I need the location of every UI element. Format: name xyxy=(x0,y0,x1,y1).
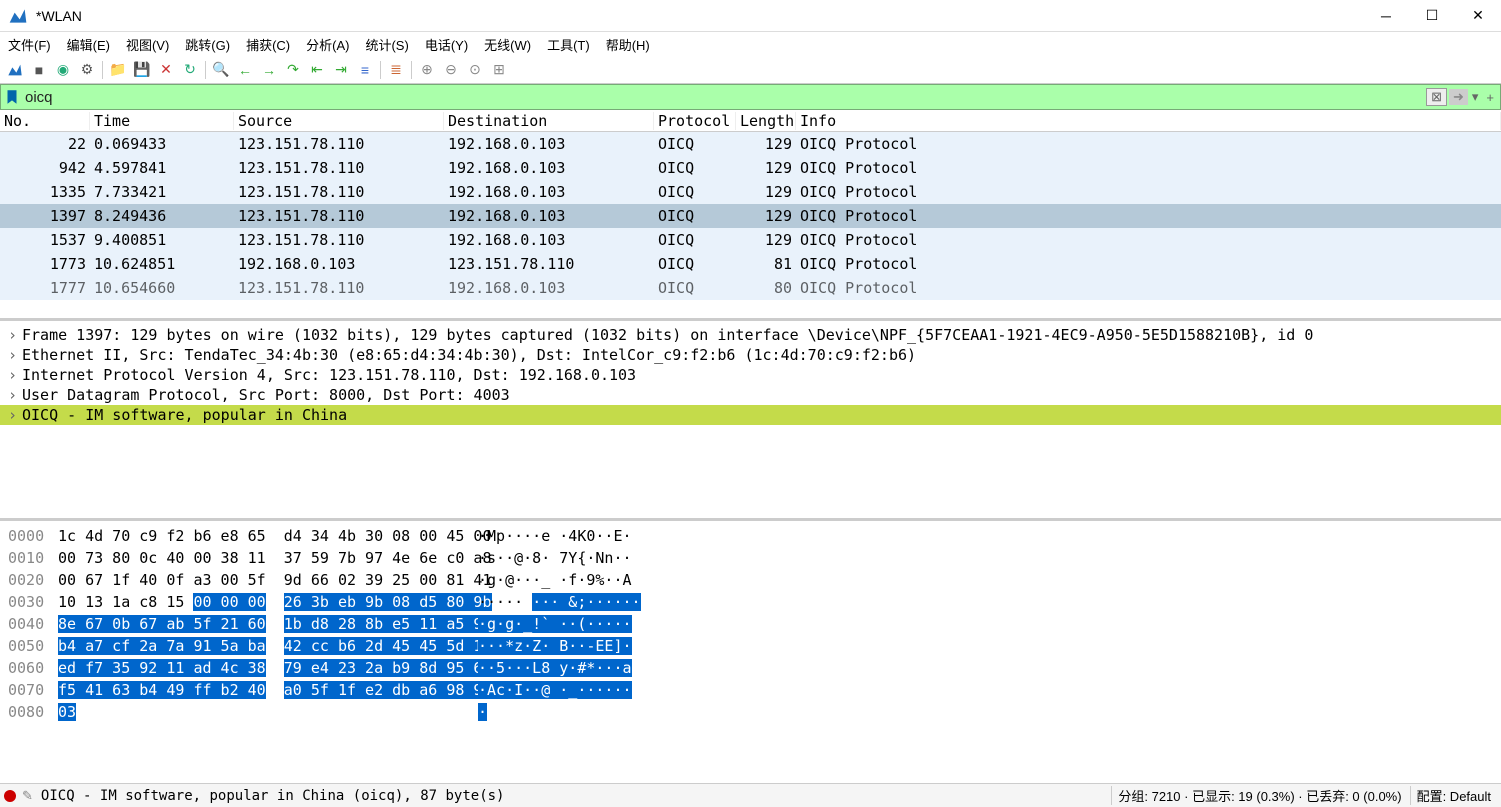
expand-icon[interactable]: › xyxy=(8,346,22,364)
details-row[interactable]: ›Internet Protocol Version 4, Src: 123.1… xyxy=(0,365,1501,385)
packet-list-pane: No. Time Source Destination Protocol Len… xyxy=(0,110,1501,321)
details-row[interactable]: ›Frame 1397: 129 bytes on wire (1032 bit… xyxy=(0,325,1501,345)
apply-filter-icon[interactable]: ➜ xyxy=(1449,89,1468,105)
statusbar: ✎ OICQ - IM software, popular in China (… xyxy=(0,783,1501,807)
hex-line[interactable]: 00408e 67 0b 67 ab 5f 21 60 1b d8 28 8b … xyxy=(8,613,1493,635)
hex-line[interactable]: 008003 · xyxy=(8,701,1493,723)
col-length[interactable]: Length xyxy=(736,112,796,130)
menubar: 文件(F) 编辑(E) 视图(V) 跳转(G) 捕获(C) 分析(A) 统计(S… xyxy=(0,32,1501,56)
options-icon[interactable]: ⚙ xyxy=(76,59,98,81)
packet-row[interactable]: 220.069433123.151.78.110192.168.0.103OIC… xyxy=(0,132,1501,156)
packet-row[interactable]: 177310.624851192.168.0.103123.151.78.110… xyxy=(0,252,1501,276)
menu-wireless[interactable]: 无线(W) xyxy=(484,35,531,54)
add-filter-icon[interactable]: + xyxy=(1482,90,1498,105)
toolbar: ■ ◉ ⚙ 📁 💾 ✕ ↻ 🔍 ← → ↷ ⇤ ⇥ ≡ ≣ ⊕ ⊖ ⊙ ⊞ xyxy=(0,56,1501,84)
menu-capture[interactable]: 捕获(C) xyxy=(246,35,290,54)
menu-tools[interactable]: 工具(T) xyxy=(547,35,590,54)
open-icon[interactable]: 📁 xyxy=(107,59,129,81)
minimize-button[interactable]: ─ xyxy=(1363,0,1409,32)
packet-row[interactable]: 177710.654660123.151.78.110192.168.0.103… xyxy=(0,276,1501,300)
status-packets: 分组: 7210 · 已显示: 19 (0.3%) · 已丢弃: 0 (0.0%… xyxy=(1111,786,1407,805)
hex-line[interactable]: 002000 67 1f 40 0f a3 00 5f 9d 66 02 39 … xyxy=(8,569,1493,591)
details-row[interactable]: ›OICQ - IM software, popular in China xyxy=(0,405,1501,425)
details-row[interactable]: ›Ethernet II, Src: TendaTec_34:4b:30 (e8… xyxy=(0,345,1501,365)
reload-icon[interactable]: ↻ xyxy=(179,59,201,81)
stop-capture-icon[interactable]: ■ xyxy=(28,59,50,81)
menu-analyze[interactable]: 分析(A) xyxy=(306,35,349,54)
col-dest[interactable]: Destination xyxy=(444,112,654,130)
menu-telephony[interactable]: 电话(Y) xyxy=(425,35,468,54)
col-no[interactable]: No. xyxy=(0,112,90,130)
hex-line[interactable]: 003010 13 1a c8 15 00 00 00 26 3b eb 9b … xyxy=(8,591,1493,613)
colorize-icon[interactable]: ≣ xyxy=(385,59,407,81)
status-main: OICQ - IM software, popular in China (oi… xyxy=(41,788,1111,804)
menu-file[interactable]: 文件(F) xyxy=(8,35,51,54)
h-scrollbar[interactable] xyxy=(0,300,1501,318)
close-button[interactable]: ✕ xyxy=(1455,0,1501,32)
window-title: *WLAN xyxy=(36,8,1363,24)
restart-capture-icon[interactable]: ◉ xyxy=(52,59,74,81)
menu-go[interactable]: 跳转(G) xyxy=(185,35,230,54)
start-capture-icon[interactable] xyxy=(4,59,26,81)
packet-row[interactable]: 13978.249436123.151.78.110192.168.0.103O… xyxy=(0,204,1501,228)
edit-icon[interactable]: ✎ xyxy=(22,788,33,804)
packet-details-pane[interactable]: ›Frame 1397: 129 bytes on wire (1032 bit… xyxy=(0,321,1501,521)
hex-line[interactable]: 0060ed f7 35 92 11 ad 4c 38 79 e4 23 2a … xyxy=(8,657,1493,679)
auto-scroll-icon[interactable]: ≡ xyxy=(354,59,376,81)
details-row[interactable]: ›User Datagram Protocol, Src Port: 8000,… xyxy=(0,385,1501,405)
status-profile[interactable]: 配置: Default xyxy=(1410,786,1497,805)
col-proto[interactable]: Protocol xyxy=(654,112,736,130)
titlebar: *WLAN ─ ☐ ✕ xyxy=(0,0,1501,32)
packet-list-header: No. Time Source Destination Protocol Len… xyxy=(0,110,1501,132)
hex-line[interactable]: 00001c 4d 70 c9 f2 b6 e8 65 d4 34 4b 30 … xyxy=(8,525,1493,547)
display-filter-bar: ⊠ ➜ ▾ + xyxy=(0,84,1501,110)
col-source[interactable]: Source xyxy=(234,112,444,130)
maximize-button[interactable]: ☐ xyxy=(1409,0,1455,32)
menu-stats[interactable]: 统计(S) xyxy=(365,35,408,54)
close-file-icon[interactable]: ✕ xyxy=(155,59,177,81)
wireshark-icon xyxy=(8,6,28,26)
packet-row[interactable]: 9424.597841123.151.78.110192.168.0.103OI… xyxy=(0,156,1501,180)
zoom-out-icon[interactable]: ⊖ xyxy=(440,59,462,81)
expand-icon[interactable]: › xyxy=(8,366,22,384)
go-to-packet-icon[interactable]: ↷ xyxy=(282,59,304,81)
menu-view[interactable]: 视图(V) xyxy=(126,35,169,54)
packet-bytes-pane[interactable]: 00001c 4d 70 c9 f2 b6 e8 65 d4 34 4b 30 … xyxy=(0,521,1501,783)
menu-help[interactable]: 帮助(H) xyxy=(606,35,650,54)
hex-line[interactable]: 0070f5 41 63 b4 49 ff b2 40 a0 5f 1f e2 … xyxy=(8,679,1493,701)
hex-line[interactable]: 001000 73 80 0c 40 00 38 11 37 59 7b 97 … xyxy=(8,547,1493,569)
zoom-in-icon[interactable]: ⊕ xyxy=(416,59,438,81)
resize-columns-icon[interactable]: ⊞ xyxy=(488,59,510,81)
col-time[interactable]: Time xyxy=(90,112,234,130)
packet-row[interactable]: 15379.400851123.151.78.110192.168.0.103O… xyxy=(0,228,1501,252)
go-first-icon[interactable]: ⇤ xyxy=(306,59,328,81)
expert-info-icon[interactable] xyxy=(4,790,16,802)
hex-line[interactable]: 0050b4 a7 cf 2a 7a 91 5a ba 42 cc b6 2d … xyxy=(8,635,1493,657)
find-icon[interactable]: 🔍 xyxy=(210,59,232,81)
bookmark-icon[interactable] xyxy=(3,88,21,106)
display-filter-input[interactable] xyxy=(23,89,1424,106)
menu-edit[interactable]: 编辑(E) xyxy=(67,35,110,54)
col-info[interactable]: Info xyxy=(796,112,1501,130)
zoom-reset-icon[interactable]: ⊙ xyxy=(464,59,486,81)
expand-icon[interactable]: › xyxy=(8,326,22,344)
expand-icon[interactable]: › xyxy=(8,386,22,404)
go-last-icon[interactable]: ⇥ xyxy=(330,59,352,81)
packet-list-body[interactable]: 220.069433123.151.78.110192.168.0.103OIC… xyxy=(0,132,1501,300)
clear-filter-icon[interactable]: ⊠ xyxy=(1426,88,1447,106)
filter-dropdown-icon[interactable]: ▾ xyxy=(1470,89,1481,105)
save-icon[interactable]: 💾 xyxy=(131,59,153,81)
go-back-icon[interactable]: ← xyxy=(234,59,256,81)
go-forward-icon[interactable]: → xyxy=(258,59,280,81)
expand-icon[interactable]: › xyxy=(8,406,22,424)
packet-row[interactable]: 13357.733421123.151.78.110192.168.0.103O… xyxy=(0,180,1501,204)
